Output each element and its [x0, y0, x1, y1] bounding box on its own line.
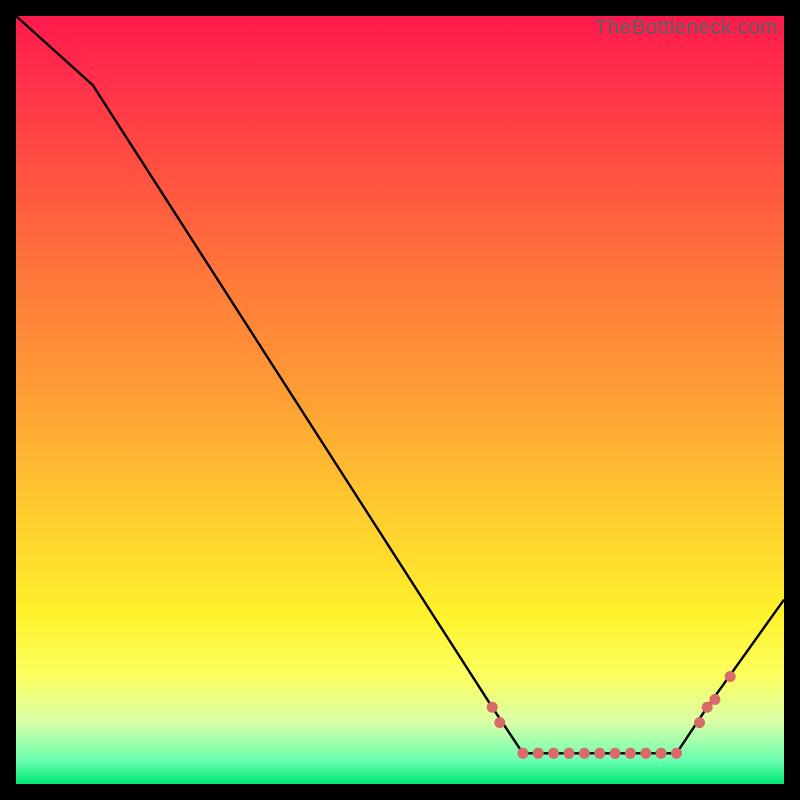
marker-dots [487, 671, 736, 759]
marker-dot [656, 748, 667, 759]
marker-dot [640, 748, 651, 759]
marker-dot [564, 748, 575, 759]
marker-dot [579, 748, 590, 759]
marker-dot [533, 748, 544, 759]
marker-dot [671, 748, 682, 759]
marker-dot [694, 717, 705, 728]
chart-container: TheBottleneck.com [0, 0, 800, 800]
marker-dot [610, 748, 621, 759]
chart-svg [16, 16, 784, 784]
marker-dot [517, 748, 528, 759]
marker-dot [494, 717, 505, 728]
curve-line [16, 16, 784, 753]
marker-dot [625, 748, 636, 759]
marker-dot [725, 671, 736, 682]
marker-dot [487, 702, 498, 713]
plot-area: TheBottleneck.com [16, 16, 784, 784]
marker-dot [709, 694, 720, 705]
marker-dot [594, 748, 605, 759]
marker-dot [548, 748, 559, 759]
